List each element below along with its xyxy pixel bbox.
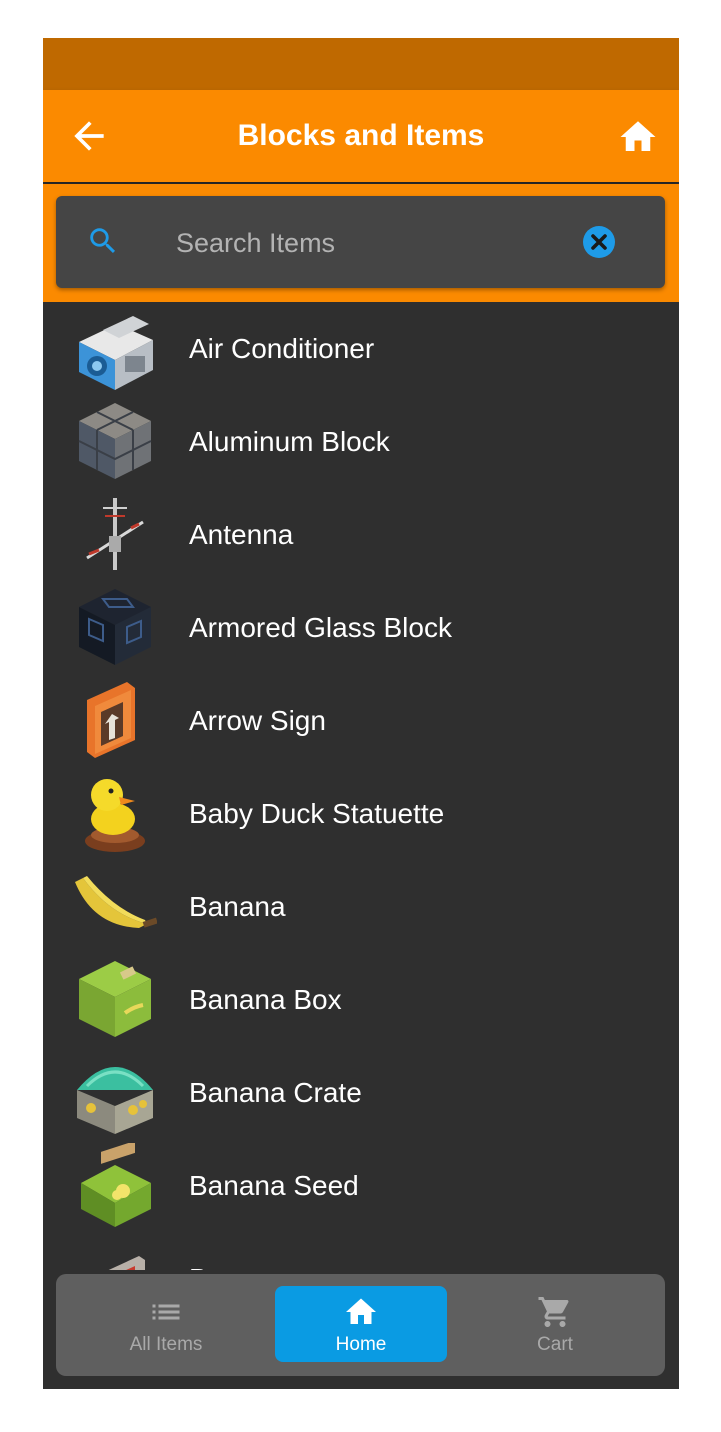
antenna-icon bbox=[86, 498, 144, 570]
clear-icon bbox=[583, 226, 615, 258]
list-item[interactable]: Banana Crate bbox=[43, 1046, 679, 1139]
list-item-label: Banana Crate bbox=[189, 1077, 362, 1108]
list-item[interactable]: Aluminum Block bbox=[43, 395, 679, 488]
list-icon bbox=[152, 1304, 180, 1320]
list-item[interactable]: Banana Box bbox=[43, 953, 679, 1046]
banana-seed-icon bbox=[81, 1143, 151, 1227]
list-item-label: Arrow Sign bbox=[189, 705, 326, 736]
list-item[interactable]: Air Conditioner bbox=[43, 302, 679, 395]
baby-duck-icon bbox=[85, 779, 145, 852]
list-item-label: Banana bbox=[189, 891, 286, 922]
armored-glass-block-icon bbox=[79, 589, 151, 665]
nav-all-items[interactable]: All Items bbox=[80, 1286, 252, 1362]
arrow-sign-icon bbox=[87, 682, 135, 758]
status-bar bbox=[43, 38, 679, 90]
home-icon bbox=[620, 121, 656, 151]
list-item-label: Aluminum Block bbox=[189, 426, 390, 457]
list-item[interactable]: Banana Seed bbox=[43, 1139, 679, 1232]
bottom-navigation: All Items Home Cart bbox=[56, 1274, 665, 1376]
nav-cart-label: Cart bbox=[537, 1334, 573, 1355]
app-screen: Blocks and Items Search Items Air Condit… bbox=[43, 38, 679, 1389]
banner-icon bbox=[108, 1256, 145, 1270]
arrow-left-icon bbox=[74, 121, 104, 151]
page-title: Blocks and Items bbox=[237, 119, 485, 152]
back-button[interactable] bbox=[67, 114, 111, 158]
home-icon bbox=[346, 1298, 376, 1324]
aluminum-block-icon bbox=[78, 403, 152, 479]
nav-home[interactable]: Home bbox=[275, 1286, 447, 1362]
cart-icon bbox=[538, 1297, 569, 1327]
search-box bbox=[56, 196, 665, 288]
list-item-label: Air Conditioner bbox=[189, 333, 375, 364]
app-bar: Blocks and Items bbox=[43, 90, 679, 182]
nav-home-label: Home bbox=[335, 1334, 387, 1355]
list-item[interactable]: Armored Glass Block bbox=[43, 581, 679, 674]
banana-crate-icon bbox=[77, 1067, 153, 1134]
list-item[interactable]: Baby Duck Statuette bbox=[43, 767, 679, 860]
nav-all-items-label: All Items bbox=[129, 1334, 203, 1355]
list-item-label: Baby Duck Statuette bbox=[189, 798, 445, 829]
home-button[interactable] bbox=[617, 116, 659, 158]
list-item[interactable]: Banner bbox=[43, 1232, 679, 1270]
air-conditioner-icon bbox=[79, 316, 153, 390]
banana-box-icon bbox=[79, 961, 151, 1037]
list-item-label: Armored Glass Block bbox=[189, 612, 452, 643]
list-item[interactable]: Arrow Sign bbox=[43, 674, 679, 767]
search-bar-container bbox=[43, 184, 679, 302]
items-list: Air Conditioner Aluminum Block Antenna A… bbox=[43, 302, 679, 1270]
list-item-label: Banner bbox=[189, 1232, 279, 1270]
list-item-label: Antenna bbox=[189, 519, 294, 550]
list-item[interactable]: Antenna bbox=[43, 488, 679, 581]
clear-search-button[interactable] bbox=[582, 225, 616, 259]
banana-icon bbox=[75, 876, 157, 928]
nav-cart[interactable]: Cart bbox=[469, 1286, 641, 1362]
list-item-label: Banana Seed bbox=[189, 1170, 359, 1201]
list-item[interactable]: Banana bbox=[43, 860, 679, 953]
search-input[interactable] bbox=[174, 216, 578, 270]
search-icon bbox=[90, 228, 116, 254]
list-item-label: Banana Box bbox=[189, 984, 342, 1015]
